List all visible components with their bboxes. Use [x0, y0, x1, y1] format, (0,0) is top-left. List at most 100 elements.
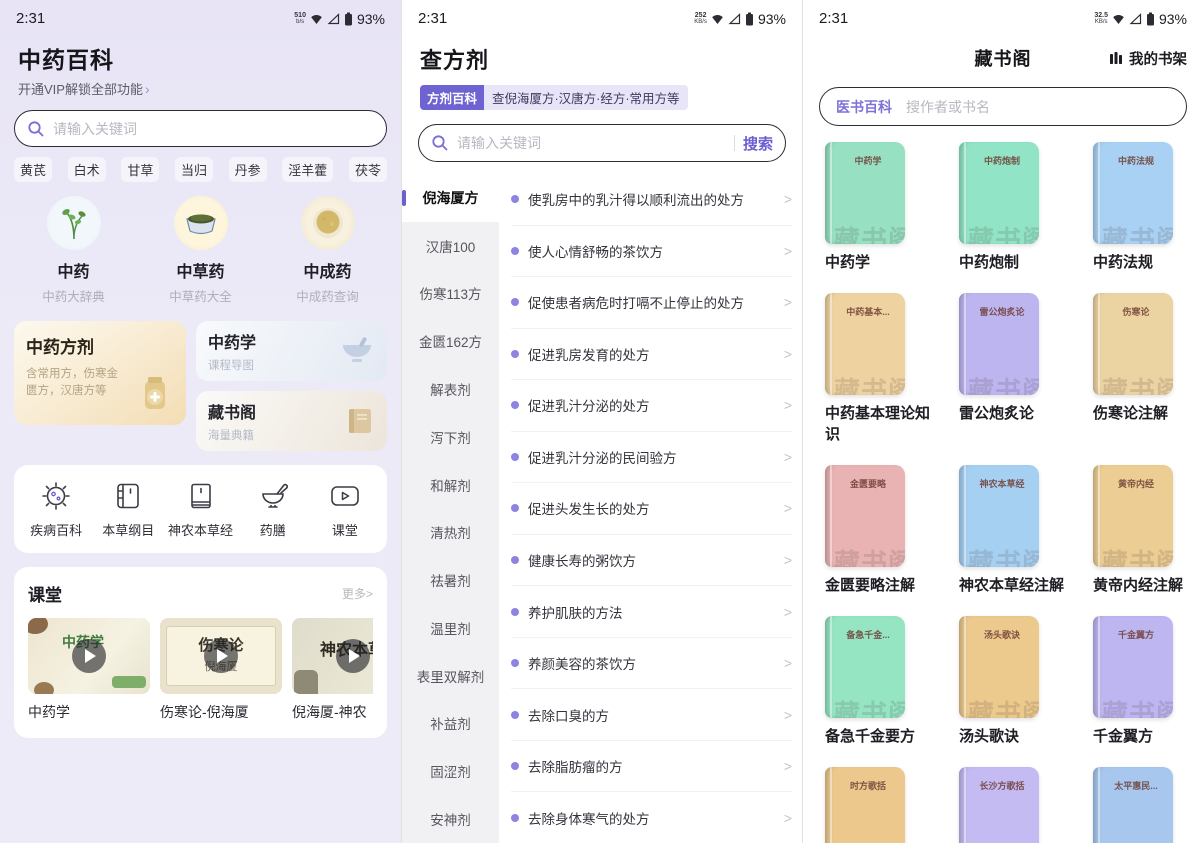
book-cover[interactable]: 备急千金...藏书阁 — [825, 616, 905, 718]
book-item[interactable]: 汤头歌诀藏书阁汤头歌诀 — [959, 616, 1071, 747]
sidebar-item-hejie[interactable]: 和解剂 — [402, 461, 499, 509]
sidebar-item-buyi[interactable]: 补益剂 — [402, 700, 499, 748]
sidebar-item-wenli[interactable]: 温里剂 — [402, 604, 499, 652]
list-item[interactable]: 健康长寿的粥饮方> — [511, 535, 792, 587]
list-item[interactable]: 促进乳汁分泌的处方> — [511, 380, 792, 432]
video-item[interactable]: 神农本草 倪海厦-神农 — [292, 618, 373, 722]
classroom-more-link[interactable]: 更多> — [342, 585, 373, 602]
shortcut-bencaogangmu[interactable]: 本草纲目 — [92, 481, 164, 539]
battery-percent: 93% — [357, 11, 385, 27]
book-item[interactable]: 中药基本...藏书阁中药基本理论知识 — [825, 293, 937, 445]
category-zhongchengyao[interactable]: 中成药 中成药查询 — [273, 196, 383, 305]
shortcut-ketang[interactable]: 课堂 — [309, 481, 381, 539]
book-cover[interactable]: 伤寒论藏书阁 — [1093, 293, 1173, 395]
library-search-bar[interactable]: 医书百科 — [819, 87, 1187, 126]
book-item[interactable]: 神农本草经藏书阁神农本草经注解 — [959, 465, 1071, 596]
book-item[interactable]: 雷公炮炙论藏书阁雷公炮炙论 — [959, 293, 1071, 445]
list-item[interactable]: 促使患者病危时打嗝不止停止的处方> — [511, 277, 792, 329]
card-cangshuge[interactable]: 藏书阁海量典籍 — [196, 391, 387, 451]
divider — [734, 135, 735, 151]
sidebar-item-nihaixia[interactable]: 倪海厦方 — [402, 174, 499, 222]
list-item[interactable]: 养护肌肤的方法> — [511, 586, 792, 638]
chevron-right-icon: > — [784, 552, 792, 568]
sidebar-item-qingre[interactable]: 清热剂 — [402, 508, 499, 556]
tag-item[interactable]: 淫羊藿 — [282, 157, 333, 182]
tag-item[interactable]: 茯苓 — [349, 157, 387, 182]
tag-item[interactable]: 当归 — [175, 157, 213, 182]
book-item[interactable]: 黄帝内经藏书阁黄帝内经注解 — [1093, 465, 1203, 596]
search-button[interactable]: 搜索 — [743, 133, 773, 154]
search-input[interactable] — [457, 135, 726, 151]
category-zhongcaoyao[interactable]: 中草药 中草药大全 — [146, 196, 256, 305]
tag-item[interactable]: 丹参 — [229, 157, 267, 182]
video-thumbnail[interactable]: 伤寒论 倪海厦 — [160, 618, 282, 694]
book-cover[interactable]: 金匮要略藏书阁 — [825, 465, 905, 567]
shortcut-shennongbencaojing[interactable]: 神农本草经 — [164, 481, 236, 539]
search-icon — [431, 134, 449, 152]
video-thumbnail[interactable]: 神农本草 — [292, 618, 373, 694]
book-item[interactable]: 备急千金...藏书阁备急千金要方 — [825, 616, 937, 747]
sidebar-item-biaolishuangjie[interactable]: 表里双解剂 — [402, 652, 499, 700]
sidebar-item-xiexia[interactable]: 泻下剂 — [402, 413, 499, 461]
book-cover[interactable]: 太平惠民...藏书阁 — [1093, 767, 1173, 843]
book-cover[interactable]: 黄帝内经藏书阁 — [1093, 465, 1173, 567]
sidebar-item-shanghan[interactable]: 伤寒113方 — [402, 270, 499, 318]
book-cover[interactable]: 中药基本...藏书阁 — [825, 293, 905, 395]
tag-item[interactable]: 白术 — [68, 157, 106, 182]
book-cover[interactable]: 千金翼方藏书阁 — [1093, 616, 1173, 718]
book-item[interactable]: 千金翼方藏书阁千金翼方 — [1093, 616, 1203, 747]
my-bookshelf-button[interactable]: 我的书架 — [1108, 48, 1187, 69]
book-item[interactable]: 中药炮制藏书阁中药炮制 — [959, 142, 1071, 273]
sidebar-item-jiebiao[interactable]: 解表剂 — [402, 365, 499, 413]
book-item[interactable]: 长沙方歌括藏书阁 — [959, 767, 1071, 843]
list-item[interactable]: 促进乳房发育的处方> — [511, 329, 792, 381]
list-item[interactable]: 去除口臭的方> — [511, 689, 792, 741]
home-search-bar[interactable] — [14, 110, 387, 147]
list-item[interactable]: 使人心情舒畅的茶饮方> — [511, 226, 792, 278]
sidebar-item-qushu[interactable]: 祛暑剂 — [402, 556, 499, 604]
book-cover[interactable]: 中药学藏书阁 — [825, 142, 905, 244]
book-cover[interactable]: 长沙方歌括藏书阁 — [959, 767, 1039, 843]
shortcut-jibingbaike[interactable]: 疾病百科 — [20, 481, 92, 539]
book-item[interactable]: 中药法规藏书阁中药法规 — [1093, 142, 1203, 273]
tag-item[interactable]: 甘草 — [121, 157, 159, 182]
sidebar-item-jingui[interactable]: 金匮162方 — [402, 317, 499, 365]
search-input[interactable] — [906, 99, 1170, 115]
chevron-right-icon: > — [784, 810, 792, 826]
book-cover[interactable]: 时方歌括藏书阁 — [825, 767, 905, 843]
list-item[interactable]: 去除脂肪瘤的方> — [511, 741, 792, 793]
vip-banner[interactable]: 开通VIP解锁全部功能› — [0, 75, 401, 98]
list-item[interactable]: 去除身体寒气的处方> — [511, 792, 792, 843]
video-item[interactable]: 中药学 中药学 — [28, 618, 150, 722]
book-cover[interactable]: 中药法规藏书阁 — [1093, 142, 1173, 244]
card-fangji[interactable]: 中药方剂 含常用方，伤寒金匮方，汉唐方等 — [14, 321, 186, 425]
search-input[interactable] — [53, 121, 374, 137]
book-item[interactable]: 太平惠民...藏书阁 — [1093, 767, 1203, 843]
page-title: 中药百科 — [0, 27, 401, 75]
card-zhongyaoxue[interactable]: 中药学课程导图 — [196, 321, 387, 381]
book-item[interactable]: 中药学藏书阁中药学 — [825, 142, 937, 273]
list-item[interactable]: 促进乳汁分泌的民间验方> — [511, 432, 792, 484]
book-item[interactable]: 伤寒论藏书阁伤寒论注解 — [1093, 293, 1203, 445]
list-item[interactable]: 养颜美容的茶饮方> — [511, 638, 792, 690]
sidebar-item-hantang[interactable]: 汉唐100 — [402, 222, 499, 270]
video-thumbnail[interactable]: 中药学 — [28, 618, 150, 694]
search-category-selector[interactable]: 医书百科 — [836, 97, 892, 117]
sidebar-item-guse[interactable]: 固涩剂 — [402, 747, 499, 795]
book-cover[interactable]: 雷公炮炙论藏书阁 — [959, 293, 1039, 395]
battery-percent: 93% — [1159, 11, 1187, 27]
video-item[interactable]: 伤寒论 倪海厦 伤寒论-倪海厦 — [160, 618, 282, 722]
list-item[interactable]: 促进头发生长的处方> — [511, 483, 792, 535]
tag-item[interactable]: 黄芪 — [14, 157, 52, 182]
book-cover[interactable]: 汤头歌诀藏书阁 — [959, 616, 1039, 718]
network-speed: 252KB/s — [694, 12, 707, 25]
sidebar-item-anshen[interactable]: 安神剂 — [402, 795, 499, 843]
rx-search-bar[interactable]: 搜索 — [418, 124, 786, 162]
category-zhongyao[interactable]: 中药 中药大辞典 — [19, 196, 129, 305]
book-cover[interactable]: 中药炮制藏书阁 — [959, 142, 1039, 244]
list-item[interactable]: 使乳房中的乳汁得以顺利流出的处方> — [511, 174, 792, 226]
book-item[interactable]: 时方歌括藏书阁 — [825, 767, 937, 843]
book-cover[interactable]: 神农本草经藏书阁 — [959, 465, 1039, 567]
shortcut-yaoshan[interactable]: 药膳 — [237, 481, 309, 539]
book-item[interactable]: 金匮要略藏书阁金匮要略注解 — [825, 465, 937, 596]
